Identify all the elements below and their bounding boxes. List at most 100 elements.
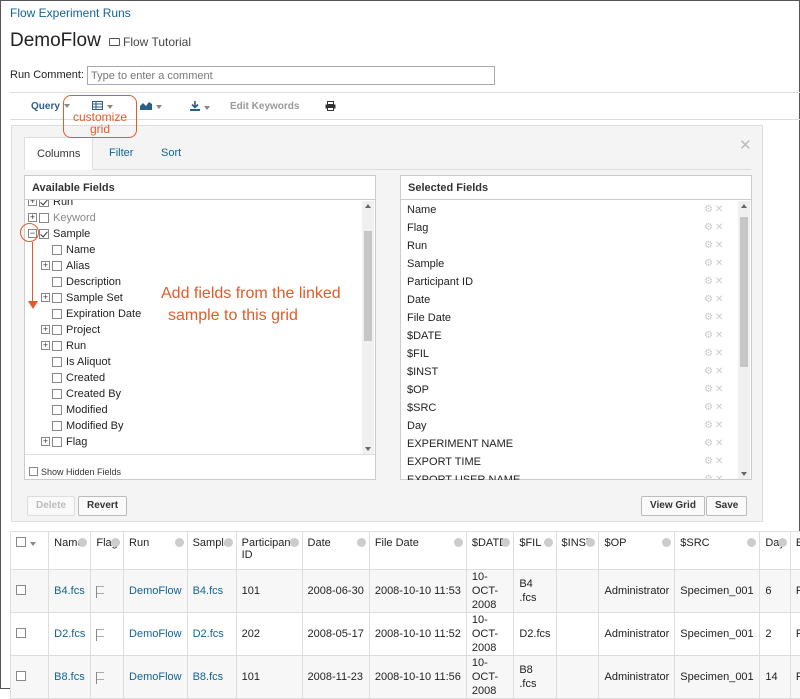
table-cell[interactable]: B8.fcs <box>49 656 91 699</box>
column-header[interactable]: Date <box>302 532 369 570</box>
field-actions-icon[interactable]: ⚙✕ <box>704 237 725 255</box>
column-header[interactable]: Flag <box>91 532 124 570</box>
field-actions-icon[interactable]: ⚙✕ <box>704 399 725 417</box>
field-actions-icon[interactable]: ⚙✕ <box>704 201 725 219</box>
selected-field-item[interactable]: EXPERIMENT NAME <box>407 435 513 453</box>
field-actions-icon[interactable]: ⚙✕ <box>704 345 725 363</box>
table-cell[interactable]: D2.fcs <box>187 613 236 656</box>
column-menu-icon[interactable] <box>357 538 366 547</box>
edit-keywords-button[interactable]: Edit Keywords <box>230 101 299 112</box>
column-menu-icon[interactable] <box>778 538 787 547</box>
charts-button[interactable] <box>140 101 162 113</box>
row-select-cell[interactable] <box>11 570 49 613</box>
breadcrumb[interactable]: Flow Experiment Runs <box>10 6 131 20</box>
row-checkbox[interactable] <box>16 628 26 638</box>
selected-field-item[interactable]: EXPORT USER NAME <box>407 471 520 480</box>
selected-field-item[interactable]: $FIL <box>407 345 429 363</box>
selected-field-item[interactable]: Participant ID <box>407 273 473 291</box>
column-header[interactable]: Name <box>49 532 91 570</box>
table-cell: 10-OCT-2008 <box>466 656 513 699</box>
row-checkbox[interactable] <box>16 585 26 595</box>
column-header[interactable]: File Date <box>369 532 466 570</box>
run-comment-input[interactable] <box>87 66 495 85</box>
selected-field-item[interactable]: Sample <box>407 255 444 273</box>
field-actions-icon[interactable]: ⚙✕ <box>704 291 725 309</box>
field-actions-icon[interactable]: ⚙✕ <box>704 363 725 381</box>
field-actions-icon[interactable]: ⚙✕ <box>704 255 725 273</box>
table-cell[interactable]: B4.fcs <box>49 570 91 613</box>
column-header[interactable]: $SRC <box>675 532 760 570</box>
tab-sort[interactable]: Sort <box>149 137 193 170</box>
selected-field-item[interactable]: $OP <box>407 381 429 399</box>
selected-field-item[interactable]: EXPORT TIME <box>407 453 481 471</box>
selected-field-item[interactable]: File Date <box>407 309 451 327</box>
selected-field-item[interactable]: $INST <box>407 363 438 381</box>
table-cell[interactable] <box>91 613 124 656</box>
field-actions-icon[interactable]: ⚙✕ <box>704 309 725 327</box>
field-actions-icon[interactable]: ⚙✕ <box>704 435 725 453</box>
column-header[interactable]: Participant ID <box>236 532 302 570</box>
field-actions-icon[interactable]: ⚙✕ <box>704 471 725 480</box>
table-cell[interactable]: D2.fcs <box>49 613 91 656</box>
chevron-down-icon[interactable] <box>30 542 36 546</box>
row-select-cell[interactable] <box>11 656 49 699</box>
table-cell[interactable]: DemoFlow <box>124 656 188 699</box>
column-header[interactable]: Day <box>760 532 791 570</box>
selected-field-item[interactable]: $DATE <box>407 327 442 345</box>
column-header[interactable]: E <box>790 532 800 570</box>
flag-icon[interactable] <box>96 586 104 594</box>
selected-field-item[interactable]: Run <box>407 237 427 255</box>
field-actions-icon[interactable]: ⚙✕ <box>704 453 725 471</box>
column-menu-icon[interactable] <box>454 538 463 547</box>
select-all-checkbox[interactable] <box>16 537 26 547</box>
export-button[interactable] <box>190 101 210 114</box>
select-all-header[interactable] <box>11 532 49 570</box>
selected-field-item[interactable]: Date <box>407 291 430 309</box>
column-menu-icon[interactable] <box>290 538 299 547</box>
flag-icon[interactable] <box>96 629 104 637</box>
column-menu-icon[interactable] <box>662 538 671 547</box>
table-cell[interactable]: DemoFlow <box>124 613 188 656</box>
table-cell: 2008-10-10 11:53 <box>369 570 466 613</box>
table-cell[interactable]: DemoFlow <box>124 570 188 613</box>
revert-button[interactable]: Revert <box>78 496 127 516</box>
tab-columns[interactable]: Columns <box>24 137 93 170</box>
column-menu-icon[interactable] <box>175 538 184 547</box>
field-actions-icon[interactable]: ⚙✕ <box>704 327 725 345</box>
column-header[interactable]: $FIL <box>514 532 556 570</box>
column-header[interactable]: Sample <box>187 532 236 570</box>
column-menu-icon[interactable] <box>544 538 553 547</box>
column-menu-icon[interactable] <box>501 538 510 547</box>
field-actions-icon[interactable]: ⚙✕ <box>704 273 725 291</box>
row-select-cell[interactable] <box>11 613 49 656</box>
column-menu-icon[interactable] <box>78 538 87 547</box>
field-actions-icon[interactable]: ⚙✕ <box>704 381 725 399</box>
row-checkbox[interactable] <box>16 671 26 681</box>
selected-field-item[interactable]: Flag <box>407 219 428 237</box>
column-menu-icon[interactable] <box>224 538 233 547</box>
selected-field-item[interactable]: Name <box>407 201 436 219</box>
field-actions-icon[interactable]: ⚙✕ <box>704 219 725 237</box>
column-header[interactable]: $INST <box>556 532 599 570</box>
column-header[interactable]: Run <box>124 532 188 570</box>
save-button[interactable]: Save <box>706 496 747 516</box>
flag-icon[interactable] <box>96 672 104 680</box>
selected-field-item[interactable]: Day <box>407 417 427 435</box>
selected-field-item[interactable]: $SRC <box>407 399 436 417</box>
field-actions-icon[interactable]: ⚙✕ <box>704 417 725 435</box>
view-grid-button[interactable]: View Grid <box>641 496 705 516</box>
tab-filter[interactable]: Filter <box>97 137 145 170</box>
delete-button[interactable]: Delete <box>27 496 75 516</box>
column-menu-icon[interactable] <box>111 538 120 547</box>
table-cell[interactable] <box>91 656 124 699</box>
column-menu-icon[interactable] <box>747 538 756 547</box>
table-cell[interactable]: B4.fcs <box>187 570 236 613</box>
column-menu-icon[interactable] <box>586 538 595 547</box>
table-cell[interactable]: B8.fcs <box>187 656 236 699</box>
table-cell[interactable] <box>91 570 124 613</box>
column-header[interactable]: $DATE <box>466 532 513 570</box>
column-header[interactable]: $OP <box>599 532 675 570</box>
arrow-down-icon <box>28 301 38 309</box>
print-button[interactable] <box>325 101 336 114</box>
folder-link[interactable]: Flow Tutorial <box>109 35 191 49</box>
